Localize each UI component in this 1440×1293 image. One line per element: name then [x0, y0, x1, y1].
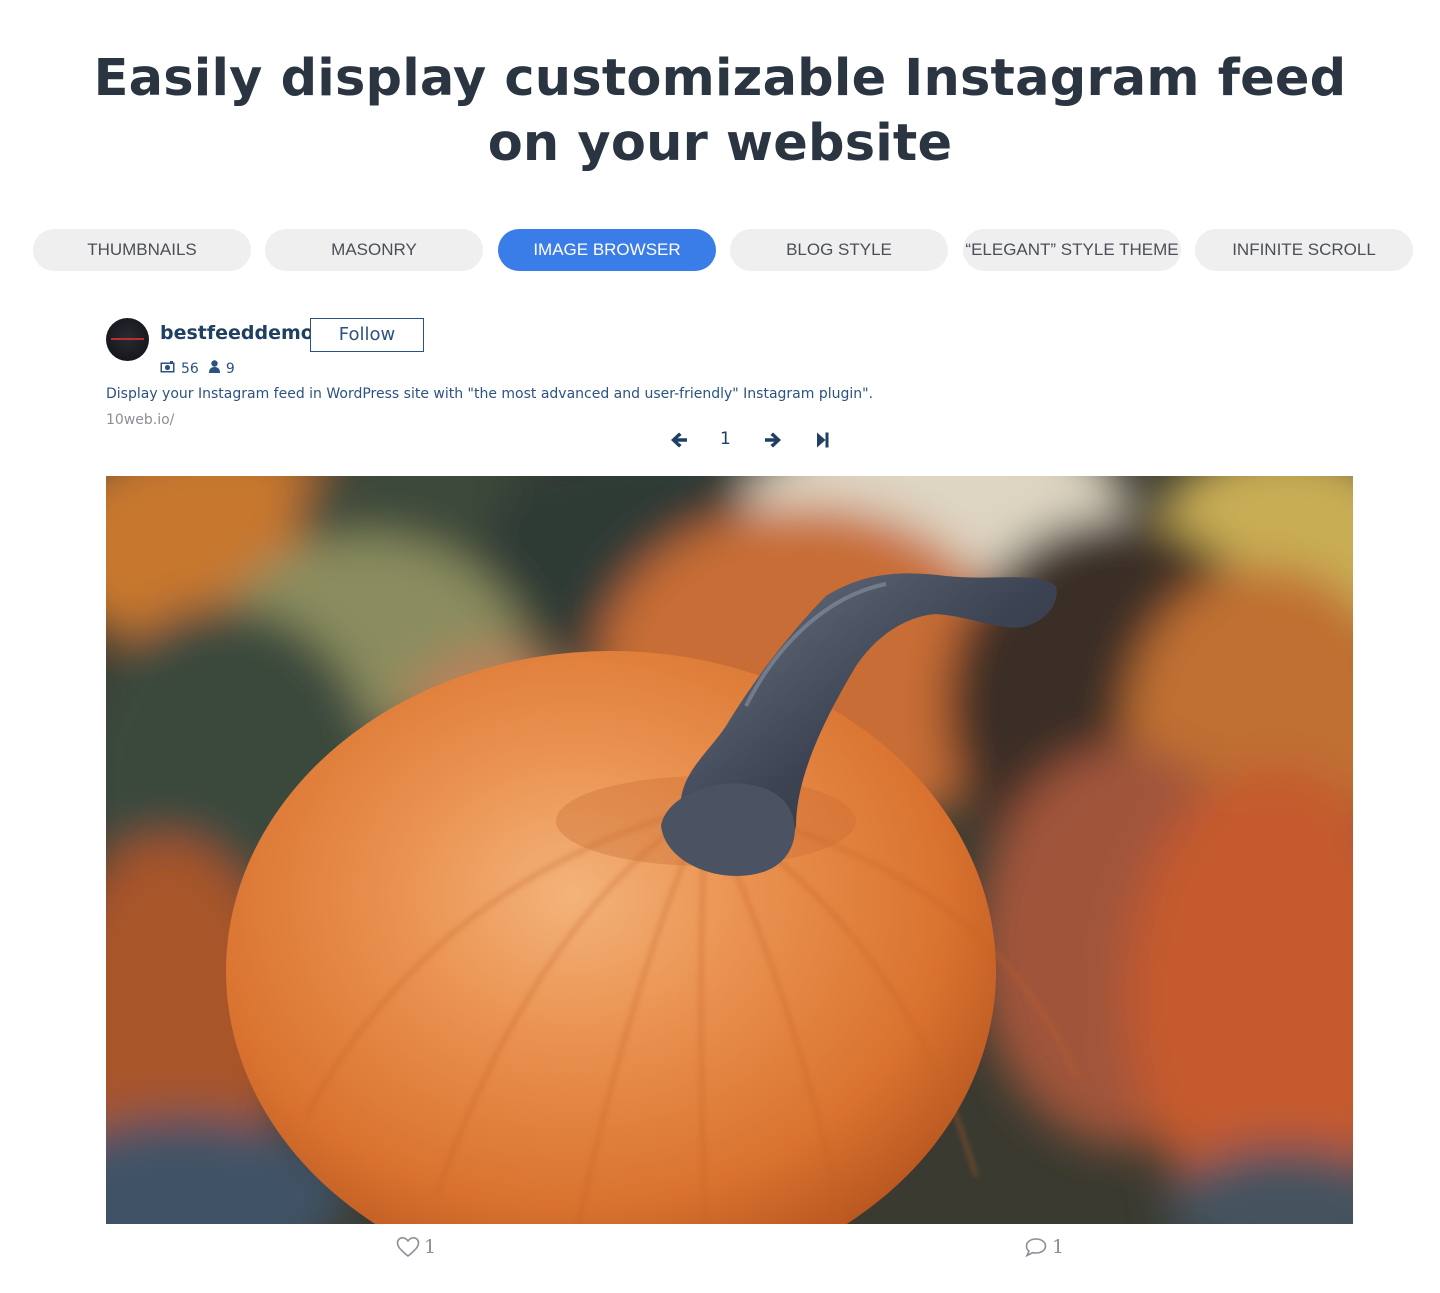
- post-likes[interactable]: 1: [396, 1236, 436, 1258]
- posts-count: 56: [181, 360, 199, 377]
- feed-pagination: 1: [668, 428, 838, 452]
- current-page-number[interactable]: 1: [720, 429, 731, 449]
- tab-thumbnails[interactable]: THUMBNAILS: [33, 229, 251, 271]
- followers-count: 9: [225, 360, 235, 377]
- tab-infinite-scroll[interactable]: INFINITE SCROLL: [1195, 229, 1413, 271]
- profile-username[interactable]: bestfeeddemo: [160, 322, 314, 344]
- skip-to-last-icon[interactable]: [814, 428, 832, 452]
- avatar[interactable]: [106, 318, 149, 361]
- tab-elegant-style-theme[interactable]: “ELEGANT” STYLE THEME: [963, 229, 1181, 271]
- post-comments[interactable]: 1: [1024, 1236, 1064, 1258]
- profile-bio: Display your Instagram feed in WordPress…: [106, 386, 874, 402]
- tab-image-browser[interactable]: IMAGE BROWSER: [498, 229, 716, 271]
- tab-masonry[interactable]: MASONRY: [265, 229, 483, 271]
- camera-icon: [160, 360, 175, 377]
- layout-tabs: THUMBNAILS MASONRY IMAGE BROWSER BLOG ST…: [33, 229, 1414, 271]
- profile-website-link[interactable]: 10web.io/: [106, 412, 174, 428]
- speech-bubble-icon: [1024, 1236, 1048, 1258]
- headline-line-2: on your website: [487, 114, 953, 173]
- avatar-logo-mark: [111, 338, 144, 340]
- follow-button[interactable]: Follow: [310, 318, 424, 352]
- arrow-right-icon[interactable]: [762, 428, 784, 452]
- tab-blog-style[interactable]: BLOG STYLE: [730, 229, 948, 271]
- headline-line-1: Easily display customizable Instagram fe…: [93, 49, 1347, 108]
- profile-stats: 56 9: [160, 360, 245, 377]
- likes-count: 1: [424, 1236, 437, 1258]
- heart-outline-icon: [396, 1236, 420, 1258]
- post-image-pumpkin[interactable]: [106, 476, 1353, 1224]
- comments-count: 1: [1052, 1236, 1065, 1258]
- page-headline: Easily display customizable Instagram fe…: [0, 46, 1440, 176]
- arrow-left-icon[interactable]: [668, 428, 690, 452]
- user-icon: [208, 360, 220, 377]
